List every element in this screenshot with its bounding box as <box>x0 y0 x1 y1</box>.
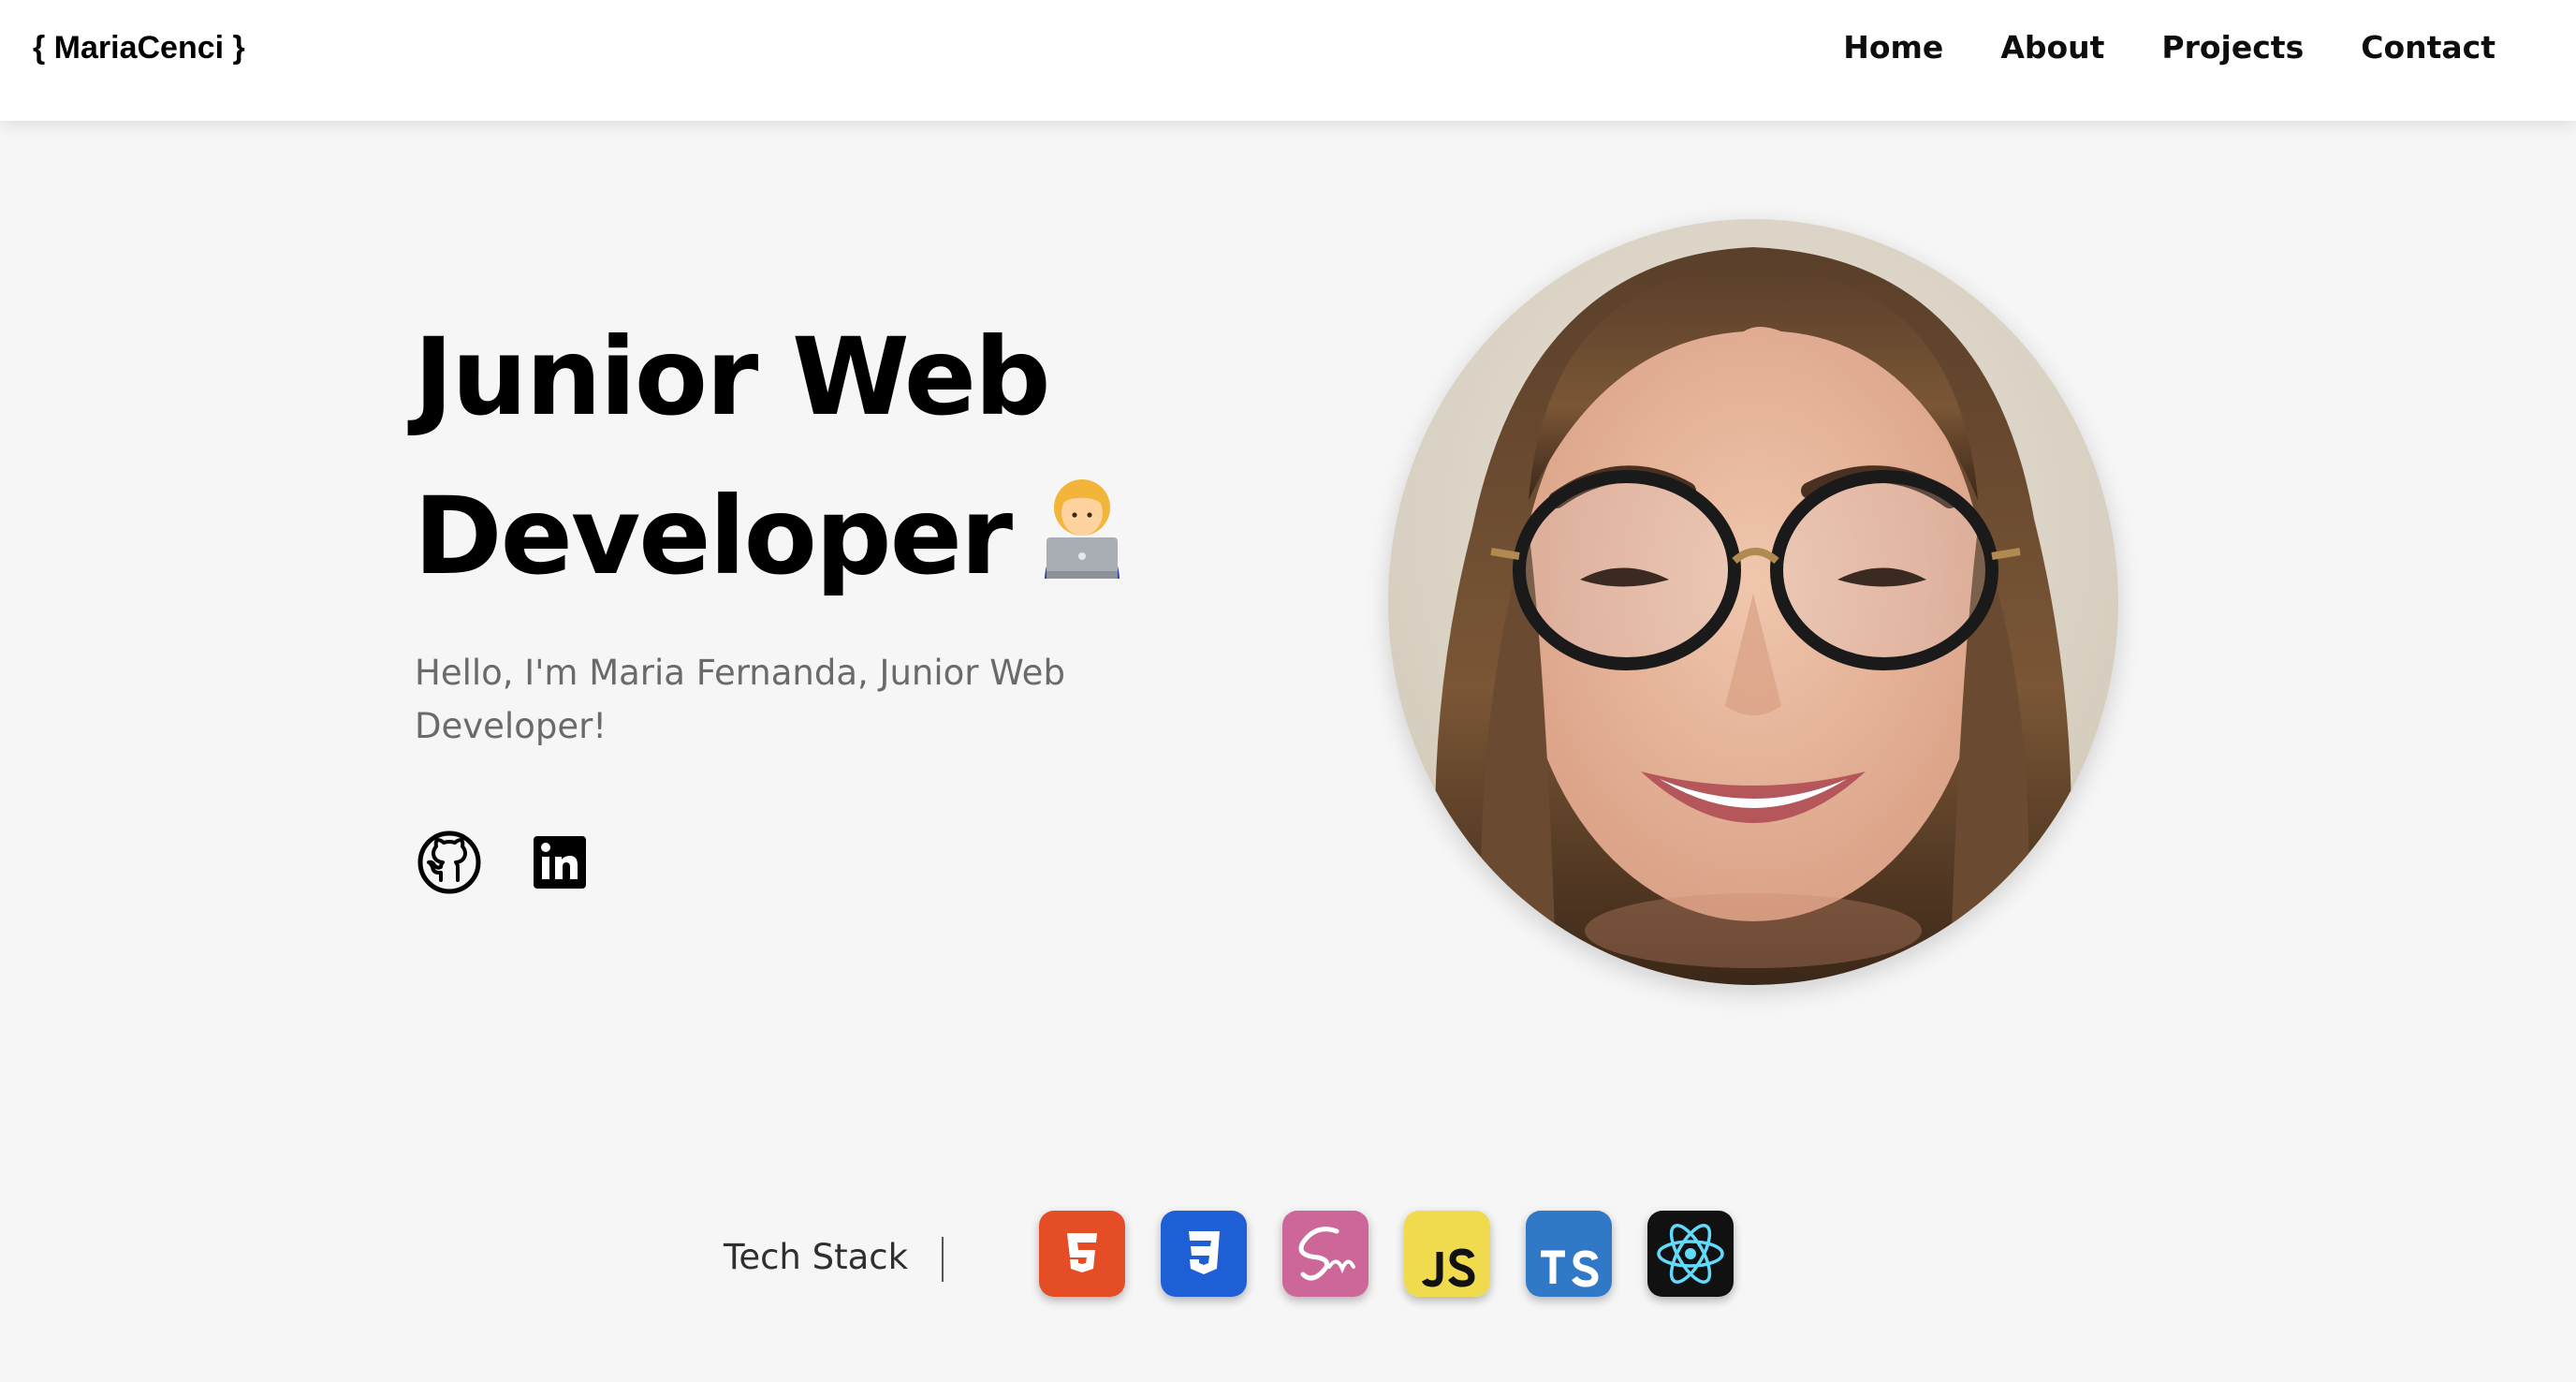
nav-link-about[interactable]: About <box>2000 24 2104 71</box>
nav-link-contact[interactable]: Contact <box>2361 24 2496 71</box>
tech-stack-divider <box>942 1237 944 1282</box>
portrait-photo <box>1388 219 2118 985</box>
social-links <box>417 830 593 895</box>
github-icon[interactable] <box>417 830 482 895</box>
typescript-icon <box>1526 1211 1612 1297</box>
nav-link-home[interactable]: Home <box>1843 24 1943 71</box>
woman-technologist-emoji-icon <box>1033 463 1131 579</box>
hero-subtitle: Hello, I'm Maria Fernanda, Junior Web De… <box>415 653 1065 746</box>
linkedin-icon[interactable] <box>527 830 593 895</box>
nav-link-projects[interactable]: Projects <box>2161 24 2304 71</box>
javascript-icon <box>1404 1211 1490 1297</box>
nav-links: Home About Projects Contact <box>1843 24 2496 71</box>
tech-stack-icons <box>1039 1211 1734 1297</box>
hero-title: Junior Web Developer <box>414 298 1219 616</box>
hero-title-line-2-wrap: Developer <box>414 457 1219 616</box>
brand-logo[interactable]: { MariaCenci } <box>33 26 245 69</box>
sass-icon <box>1282 1211 1368 1297</box>
hero-title-line-2: Developer <box>414 474 1013 598</box>
tech-stack-label: Tech Stack <box>724 1237 909 1277</box>
navbar: { MariaCenci } Home About Projects Conta… <box>0 0 2576 121</box>
html5-icon <box>1039 1211 1125 1297</box>
react-icon <box>1647 1211 1734 1297</box>
css3-icon <box>1161 1211 1247 1297</box>
hero-title-line-1: Junior Web <box>414 315 1051 439</box>
